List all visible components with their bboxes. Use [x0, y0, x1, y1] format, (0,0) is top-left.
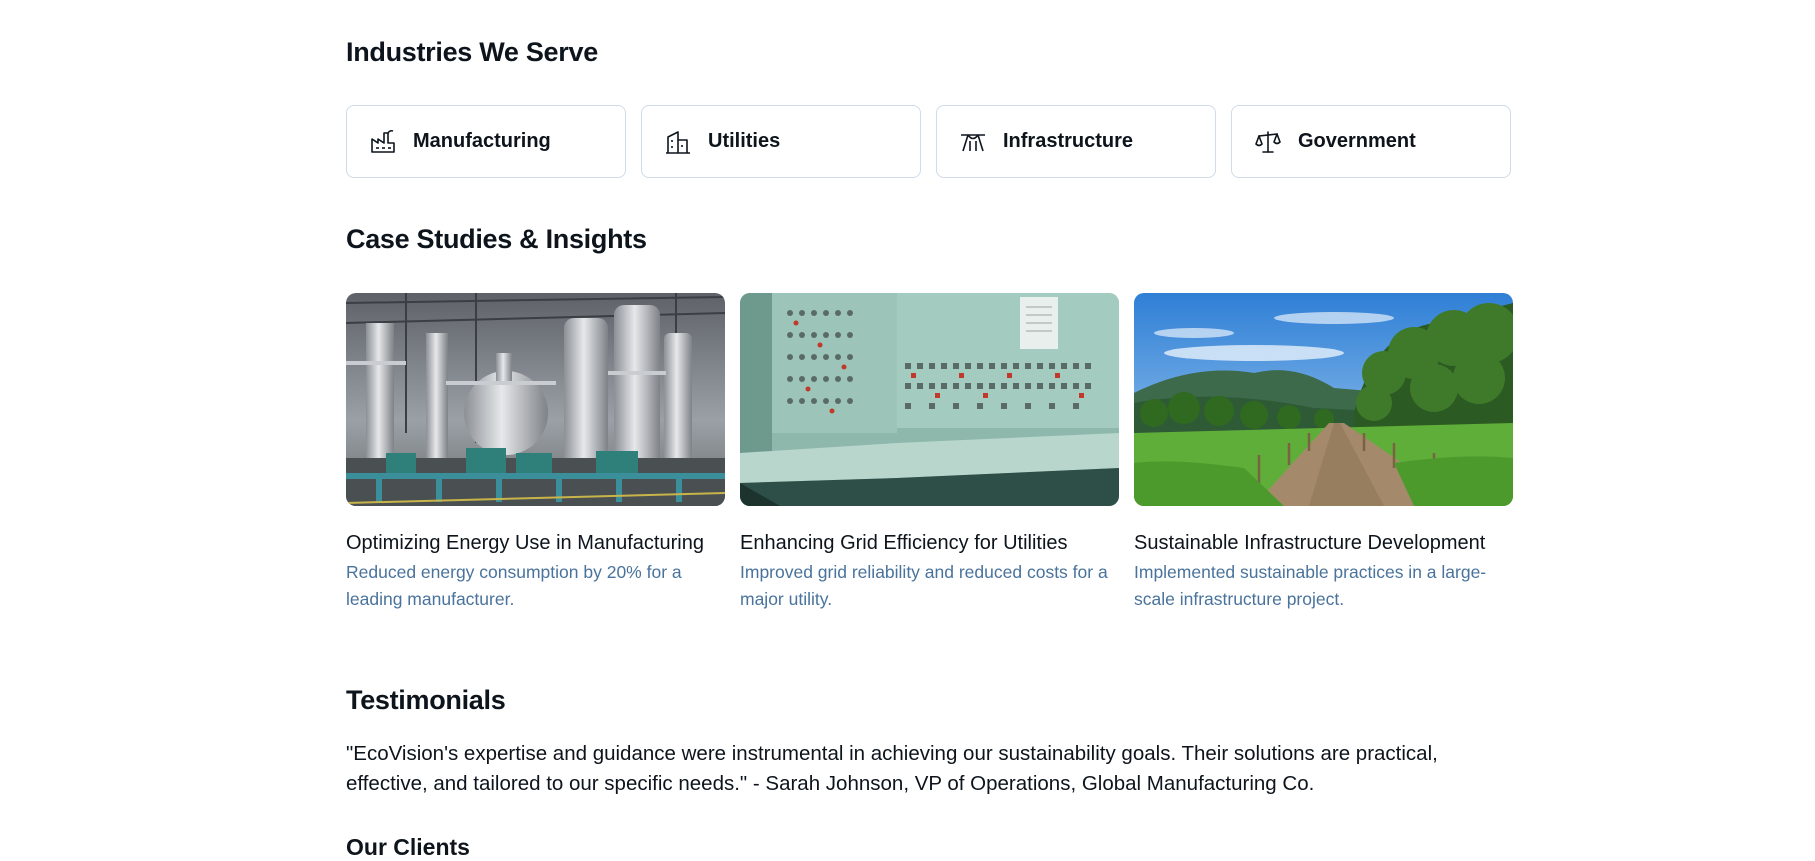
industry-label: Manufacturing — [413, 130, 551, 152]
case-study-card-utilities[interactable]: Enhancing Grid Efficiency for Utilities … — [740, 293, 1119, 613]
case-study-description: Reduced energy consumption by 20% for a … — [346, 562, 682, 609]
industry-label: Utilities — [708, 130, 781, 152]
green-path-image — [1134, 293, 1513, 506]
factory-icon — [369, 128, 397, 156]
case-study-description: Improved grid reliability and reduced co… — [740, 562, 1108, 609]
case-studies-list: Optimizing Energy Use in Manufacturing R… — [346, 293, 1513, 613]
industry-card-infrastructure[interactable]: Infrastructure — [936, 105, 1216, 178]
bridge-icon — [959, 128, 987, 156]
case-study-title: Enhancing Grid Efficiency for Utilities — [740, 532, 1068, 554]
case-studies-section-title: Case Studies & Insights — [346, 224, 647, 254]
industries-section-title: Industries We Serve — [346, 37, 598, 67]
case-study-title: Sustainable Infrastructure Development — [1134, 532, 1486, 554]
industry-card-government[interactable]: Government — [1231, 105, 1511, 178]
clients-section-title: Our Clients — [346, 834, 470, 860]
industry-label: Infrastructure — [1003, 130, 1134, 152]
industries-list: Manufacturing Utilities Infrastructure G… — [346, 105, 1512, 178]
testimonial-quote: "EcoVision's expertise and guidance were… — [346, 742, 1438, 795]
case-study-description: Implemented sustainable practices in a l… — [1134, 562, 1487, 609]
case-study-card-infrastructure[interactable]: Sustainable Infrastructure Development I… — [1134, 293, 1513, 613]
control-room-image — [740, 293, 1119, 506]
industry-label: Government — [1298, 130, 1416, 152]
case-study-title: Optimizing Energy Use in Manufacturing — [346, 532, 704, 554]
industry-card-utilities[interactable]: Utilities — [641, 105, 921, 178]
buildings-icon — [664, 128, 692, 156]
factory-interior-image — [346, 293, 725, 506]
industry-card-manufacturing[interactable]: Manufacturing — [346, 105, 626, 178]
testimonials-section-title: Testimonials — [346, 685, 506, 715]
scales-icon — [1254, 128, 1282, 156]
case-study-card-manufacturing[interactable]: Optimizing Energy Use in Manufacturing R… — [346, 293, 725, 613]
